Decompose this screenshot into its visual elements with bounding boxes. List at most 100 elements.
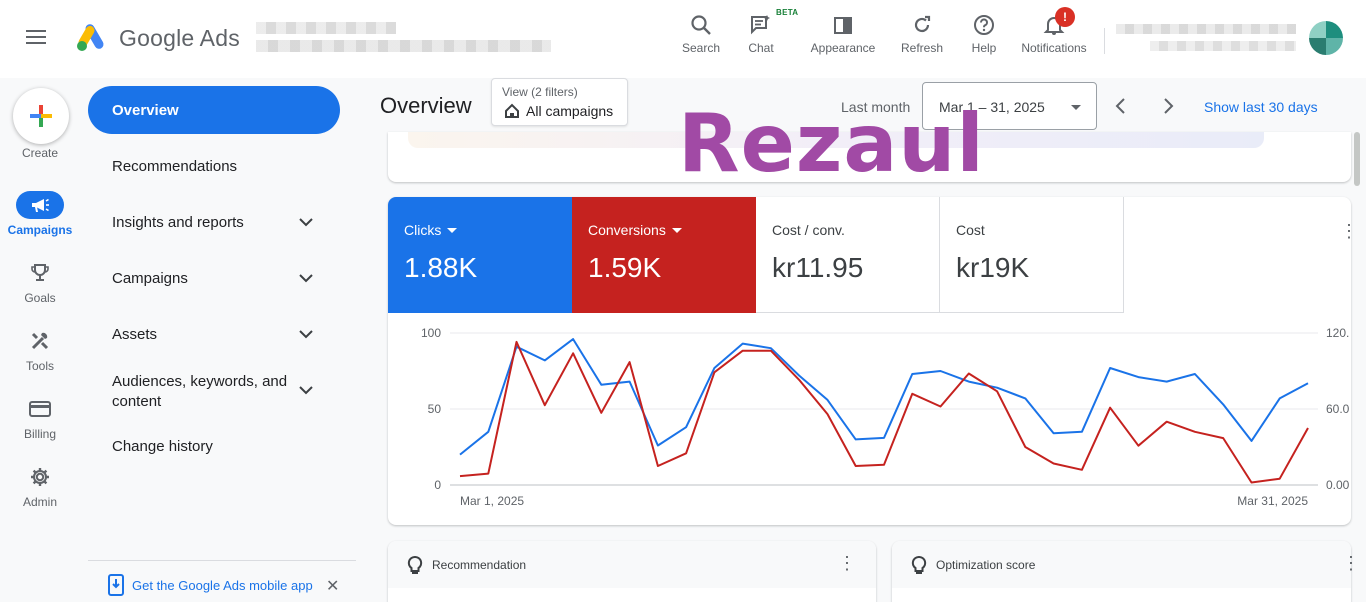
nav-item-recommendations[interactable]: Recommendations — [112, 158, 237, 175]
help-button[interactable]: Help — [966, 12, 1002, 55]
x-tick-label: Mar 1, 2025 — [460, 494, 524, 508]
y-right-tick-label: 0.00 — [1326, 478, 1350, 492]
notification-alert-badge: ! — [1055, 7, 1075, 27]
metric-cost[interactable]: Cost kr19K — [940, 197, 1124, 313]
chat-label: Chat — [748, 41, 774, 55]
view-filter-button[interactable]: View (2 filters) All campaigns — [491, 78, 628, 126]
rail-item-goals[interactable]: Goals — [0, 259, 80, 305]
notifications-button[interactable]: Notifications — [1016, 12, 1092, 55]
rail-item-campaigns[interactable]: Campaigns — [0, 191, 80, 237]
nav-item-audiences-line2: content — [112, 393, 162, 410]
nav-item-insights-and-reports[interactable]: Insights and reports — [112, 214, 244, 231]
nav-divider — [88, 560, 356, 561]
dropdown-caret-icon[interactable] — [447, 227, 458, 233]
mobile-app-link[interactable]: Get the Google Ads mobile app — [132, 578, 313, 593]
chat-button[interactable]: Chat — [744, 12, 778, 55]
metric-conversions-name: Conversions — [588, 222, 666, 238]
more-options-icon[interactable]: ⋮ — [1342, 553, 1360, 574]
trophy-icon — [16, 259, 64, 287]
gear-icon — [16, 463, 64, 491]
optimization-score-card-title: Optimization score — [936, 558, 1036, 572]
top-bar: Google Ads Search Chat BETA Appearance R… — [0, 0, 1366, 78]
account-name-redacted — [256, 22, 396, 34]
appearance-icon — [806, 12, 880, 38]
refresh-button[interactable]: Refresh — [898, 12, 946, 55]
chevron-down-icon[interactable] — [298, 329, 314, 339]
nav-item-assets[interactable]: Assets — [112, 326, 157, 343]
refresh-label: Refresh — [900, 41, 944, 55]
chevron-down-icon[interactable] — [298, 217, 314, 227]
user-name-redacted — [1116, 24, 1296, 34]
rail-label-billing: Billing — [23, 427, 56, 441]
dropdown-caret-icon — [1071, 105, 1081, 110]
avatar[interactable] — [1309, 21, 1343, 55]
lightbulb-icon — [407, 555, 423, 574]
filter-subtitle: View (2 filters) — [502, 85, 578, 99]
series-line-clicks — [459, 338, 1309, 456]
tools-icon — [16, 327, 64, 355]
scrollbar[interactable] — [1354, 132, 1360, 186]
help-icon — [966, 12, 1002, 38]
nav-item-change-history[interactable]: Change history — [112, 438, 213, 455]
metric-cost-per-conversion-name: Cost / conv. — [772, 222, 845, 238]
metric-clicks-value: 1.88K — [404, 252, 478, 283]
search-icon — [678, 12, 724, 38]
credit-card-icon — [16, 395, 64, 423]
metric-conversions-value: 1.59K — [588, 252, 662, 283]
recommendation-card-title: Recommendation — [432, 558, 527, 572]
next-period-icon[interactable] — [1160, 96, 1176, 116]
previous-period-icon[interactable] — [1113, 96, 1129, 116]
rail-item-billing[interactable]: Billing — [0, 395, 80, 441]
close-icon[interactable]: ✕ — [326, 576, 339, 596]
y-left-tick-label: 100 — [421, 326, 441, 340]
y-right-tick-label: 120. — [1326, 326, 1349, 340]
y-left-tick-label: 0 — [434, 478, 441, 492]
nav-item-audiences-line1: Audiences, keywords, and — [112, 373, 288, 390]
google-ads-logo — [77, 24, 104, 51]
chevron-down-icon[interactable] — [298, 385, 314, 395]
recommendation-card: Recommendation ⋮ — [388, 541, 876, 602]
metric-cost-value: kr19K — [956, 252, 1030, 283]
home-icon — [505, 103, 519, 118]
metric-clicks-name: Clicks — [404, 222, 442, 238]
megaphone-icon — [16, 191, 64, 219]
performance-chart: 100 120. 50 60.0 0 0.00 Mar 1, 2025 Mar 31, 202… — [421, 326, 1350, 508]
beta-badge: BETA — [776, 8, 799, 17]
help-label: Help — [971, 41, 997, 55]
create-label: Create — [21, 146, 59, 160]
bell-icon — [1016, 12, 1092, 38]
metric-clicks[interactable]: Clicks 1.88K — [388, 197, 572, 313]
optimization-score-card: Optimization score ⋮ — [892, 541, 1360, 602]
appearance-label: Appearance — [810, 41, 876, 55]
search-label: Search — [681, 41, 721, 55]
chat-icon — [744, 12, 778, 38]
refresh-icon — [898, 12, 946, 38]
metric-cost-per-conversion[interactable]: Cost / conv. kr11.95 — [756, 197, 940, 313]
dropdown-caret-icon[interactable] — [671, 227, 682, 233]
brand-name: Google Ads — [119, 25, 240, 51]
nav-item-campaigns[interactable]: Campaigns — [112, 270, 188, 287]
more-options-icon[interactable]: ⋮ — [838, 553, 856, 574]
notifications-label: Notifications — [1021, 41, 1087, 55]
create-button[interactable] — [13, 88, 69, 144]
appearance-button[interactable]: Appearance — [806, 12, 880, 55]
rail-item-tools[interactable]: Tools — [0, 327, 80, 373]
show-last-30-days-link[interactable]: Show last 30 days — [1204, 99, 1318, 115]
rail-item-admin[interactable]: Admin — [0, 463, 80, 509]
chevron-down-icon[interactable] — [298, 273, 314, 283]
account-id-redacted — [256, 40, 551, 52]
metric-cost-name: Cost — [956, 222, 985, 238]
more-options-icon[interactable]: ⋮ — [1340, 221, 1351, 242]
page-title: Overview — [380, 93, 472, 118]
search-button[interactable]: Search — [678, 12, 724, 55]
metric-conversions[interactable]: Conversions 1.59K — [572, 197, 756, 313]
header-divider — [1104, 28, 1105, 54]
x-tick-label: Mar 31, 2025 — [1237, 494, 1308, 508]
filter-value: All campaigns — [526, 103, 614, 119]
rail-label-admin: Admin — [22, 495, 57, 509]
watermark-text: Rezaul — [678, 97, 985, 190]
nav-item-overview[interactable]: Overview — [88, 86, 340, 134]
menu-icon[interactable] — [26, 26, 54, 50]
rail-label-goals: Goals — [24, 291, 56, 305]
nav-item-audiences[interactable]: Audiences, keywords, and content — [112, 372, 287, 412]
